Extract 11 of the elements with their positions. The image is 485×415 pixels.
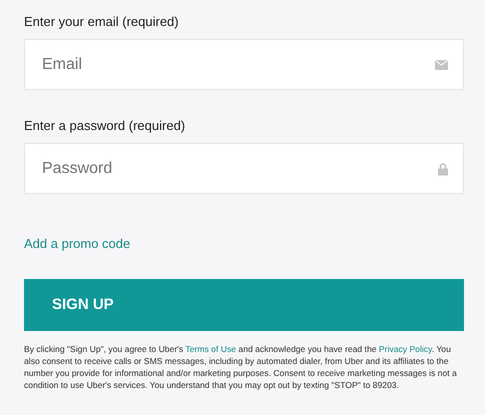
password-field[interactable]: Password [24,143,464,194]
envelope-icon [435,60,448,70]
email-label: Enter your email (required) [24,13,179,31]
password-label: Enter a password (required) [24,117,186,135]
email-field[interactable]: Email [24,39,464,90]
lock-icon [438,162,448,175]
promo-code-link[interactable]: Add a promo code [24,236,130,251]
legal-link[interactable]: Terms of Use [185,344,236,354]
legal-text: By clicking "Sign Up", you agree to Uber's Terms of Use and acknowledge you have read the Privacy Policy. You also consent to receive calls or SMS messages, including by automated dialer, from Uber and its affiliates to the number you provide for informational and/or marketing purposes. Consent to receive marketing messages is not a condition to use Uber's services. You understand that you may opt out by texting "STOP" to 89203. [24,343,458,391]
legal-link[interactable]: Privacy Policy [378,344,432,354]
sign-up-button[interactable]: SIGN UP [24,279,464,331]
